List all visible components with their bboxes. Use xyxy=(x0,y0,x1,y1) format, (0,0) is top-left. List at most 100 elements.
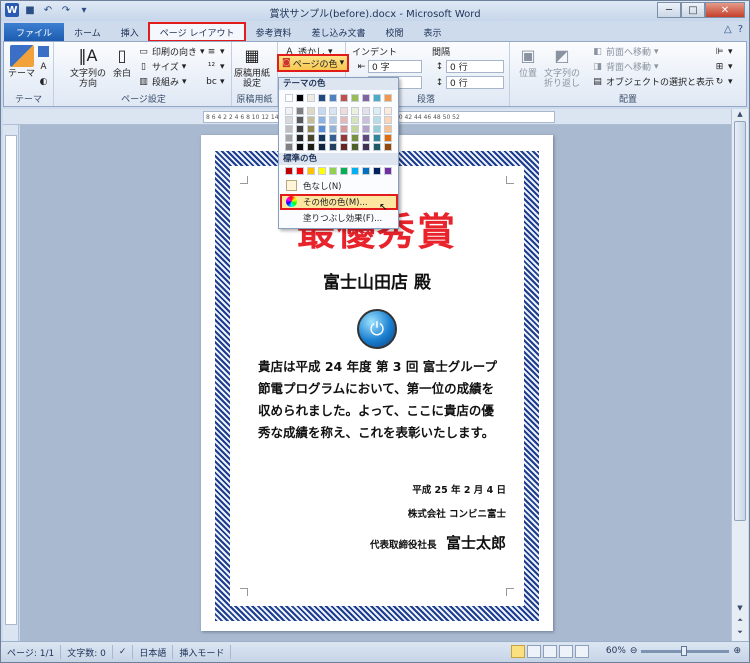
theme-color-swatch[interactable] xyxy=(340,143,348,151)
award-date[interactable]: 平成 25 年 2 月 4 日 xyxy=(412,482,506,496)
tab-file[interactable]: ファイル xyxy=(4,23,65,41)
theme-color-swatch[interactable] xyxy=(307,125,315,133)
theme-color-swatch[interactable] xyxy=(307,107,315,115)
theme-color-swatch[interactable] xyxy=(362,143,370,151)
theme-color-swatch[interactable] xyxy=(373,125,381,133)
size-button[interactable]: ▯ サイズ ▾ xyxy=(138,60,186,74)
tab-references[interactable]: 参考資料 xyxy=(245,23,301,41)
no-color-item[interactable]: 色なし(N) xyxy=(281,179,397,193)
next-page-icon[interactable]: ⏷ xyxy=(734,628,746,639)
theme-color-swatch[interactable] xyxy=(362,134,370,142)
standard-color-swatch[interactable] xyxy=(351,167,359,175)
theme-color-swatch[interactable] xyxy=(285,143,293,151)
genko-button[interactable]: ▦ 原稿用紙 設定 xyxy=(234,45,270,90)
theme-color-swatch[interactable] xyxy=(340,116,348,124)
close-button[interactable]: ✕ xyxy=(705,2,745,18)
theme-color-swatch[interactable] xyxy=(329,125,337,133)
rotate-icon[interactable]: ↻ ▾ xyxy=(714,75,733,88)
minimize-button[interactable]: ─ xyxy=(657,2,681,18)
theme-color-swatch[interactable] xyxy=(329,134,337,142)
breaks-icon[interactable]: ≡ ▾ xyxy=(206,45,225,58)
orientation-button[interactable]: ▭ 印刷の向き ▾ xyxy=(138,45,204,59)
bring-forward-button[interactable]: ◧ 前面へ移動 ▾ xyxy=(592,45,658,59)
theme-button[interactable]: テーマ xyxy=(8,45,35,79)
theme-color-swatch[interactable] xyxy=(296,134,304,142)
text-direction-button[interactable]: ‖A 文字列の 方向 xyxy=(70,45,106,90)
theme-color-swatch[interactable] xyxy=(373,116,381,124)
standard-color-swatch[interactable] xyxy=(318,167,326,175)
theme-color-swatch[interactable] xyxy=(340,94,348,102)
theme-color-swatch[interactable] xyxy=(373,143,381,151)
full-screen-view-icon[interactable] xyxy=(527,645,541,658)
theme-color-swatch[interactable] xyxy=(340,107,348,115)
theme-color-swatch[interactable] xyxy=(318,125,326,133)
zoom-slider[interactable] xyxy=(641,645,730,656)
theme-color-swatch[interactable] xyxy=(329,143,337,151)
insert-mode-status[interactable]: 挿入モード xyxy=(173,645,232,659)
standard-color-swatch[interactable] xyxy=(340,167,348,175)
zoom-out-icon[interactable]: ⊖ xyxy=(630,646,638,656)
align-icon[interactable]: ⊫ ▾ xyxy=(714,45,733,58)
theme-color-swatch[interactable] xyxy=(373,107,381,115)
selection-pane-button[interactable]: ▤ オブジェクトの選択と表示 xyxy=(592,75,714,89)
print-layout-view-icon[interactable] xyxy=(511,645,525,658)
theme-color-swatch[interactable] xyxy=(362,116,370,124)
tab-view[interactable]: 表示 xyxy=(414,23,452,41)
company-name[interactable]: 株式会社 コンビニ富士 xyxy=(408,506,506,520)
theme-color-swatch[interactable] xyxy=(329,94,337,102)
tab-mailings[interactable]: 差し込み文書 xyxy=(301,23,375,41)
vertical-scrollbar[interactable]: ▲ ▼ ⏶ ⏷ xyxy=(731,109,748,641)
standard-color-swatch[interactable] xyxy=(307,167,315,175)
power-plug-icon[interactable]: ⏻ xyxy=(357,309,397,349)
group-icon[interactable]: ⊞ ▾ xyxy=(714,60,733,73)
standard-color-swatch[interactable] xyxy=(329,167,337,175)
theme-color-swatch[interactable] xyxy=(351,116,359,124)
proofing-status[interactable]: ✓ xyxy=(113,645,134,659)
theme-color-swatch[interactable] xyxy=(285,107,293,115)
scroll-thumb[interactable] xyxy=(734,121,746,521)
theme-color-swatch[interactable] xyxy=(351,134,359,142)
scroll-up-icon[interactable]: ▲ xyxy=(734,110,746,121)
theme-color-swatch[interactable] xyxy=(318,116,326,124)
tab-home[interactable]: ホーム xyxy=(64,23,111,41)
theme-fonts-icon[interactable]: A xyxy=(38,60,49,73)
theme-color-swatch[interactable] xyxy=(329,107,337,115)
hyphenation-icon[interactable]: bc ▾ xyxy=(206,75,224,88)
theme-color-swatch[interactable] xyxy=(384,125,392,133)
award-body-text[interactable]: 貴店は平成 24 年度 第 3 回 富士グループ節電プログラムにおいて、第一位の… xyxy=(258,356,502,444)
theme-color-swatch[interactable] xyxy=(362,107,370,115)
help-icon[interactable]: ? xyxy=(738,24,743,35)
scroll-down-icon[interactable]: ▼ xyxy=(734,604,746,615)
tab-review[interactable]: 校閲 xyxy=(375,23,413,41)
theme-effects-icon[interactable]: ◐ xyxy=(38,75,49,88)
spacing-after-input[interactable]: 0 行 xyxy=(446,76,504,89)
theme-color-swatch[interactable] xyxy=(296,116,304,124)
theme-color-swatch[interactable] xyxy=(296,107,304,115)
page-count[interactable]: ページ: 1/1 xyxy=(1,645,62,659)
wrap-text-button[interactable]: ◩ 文字列の 折り返し xyxy=(544,45,580,90)
minimize-ribbon-icon[interactable]: △ xyxy=(724,24,732,35)
standard-color-swatch[interactable] xyxy=(285,167,293,175)
theme-color-swatch[interactable] xyxy=(318,107,326,115)
theme-color-swatch[interactable] xyxy=(384,94,392,102)
standard-color-swatch[interactable] xyxy=(362,167,370,175)
position-button[interactable]: ▣ 位置 xyxy=(516,45,540,80)
theme-color-swatch[interactable] xyxy=(329,116,337,124)
theme-color-swatch[interactable] xyxy=(307,143,315,151)
draft-view-icon[interactable] xyxy=(575,645,589,658)
page-color-button[interactable]: ◙ ページの色 ▾ xyxy=(277,54,349,72)
standard-color-swatch[interactable] xyxy=(296,167,304,175)
theme-color-swatch[interactable] xyxy=(362,125,370,133)
word-count[interactable]: 文字数: 0 xyxy=(61,645,113,659)
theme-color-swatch[interactable] xyxy=(307,116,315,124)
theme-color-swatch[interactable] xyxy=(373,94,381,102)
theme-color-swatch[interactable] xyxy=(307,94,315,102)
theme-color-swatch[interactable] xyxy=(285,116,293,124)
prev-page-icon[interactable]: ⏶ xyxy=(734,616,746,627)
outline-view-icon[interactable] xyxy=(559,645,573,658)
theme-color-swatch[interactable] xyxy=(351,94,359,102)
standard-color-swatch[interactable] xyxy=(384,167,392,175)
tab-insert[interactable]: 挿入 xyxy=(111,23,149,41)
language-status[interactable]: 日本語 xyxy=(133,645,174,659)
line-numbers-icon[interactable]: ¹² ▾ xyxy=(206,60,225,73)
